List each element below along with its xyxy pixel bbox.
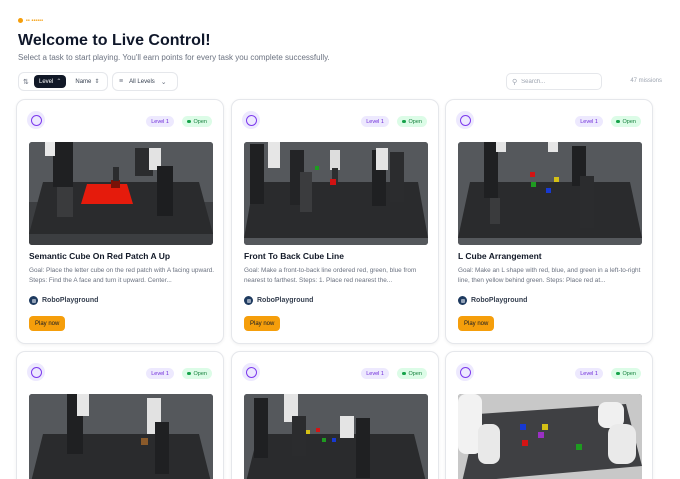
status-label: Open	[622, 370, 636, 377]
coin-icon	[18, 18, 23, 23]
mission-author: RoboPlayground	[29, 296, 98, 305]
search-input[interactable]	[521, 78, 592, 85]
mission-thumbnail[interactable]	[29, 142, 213, 245]
chevron-down-icon: ⌄	[160, 78, 167, 86]
mission-card[interactable]: Level 1 Open	[231, 351, 439, 479]
status-label: Open	[622, 118, 636, 125]
status-badge: Open	[397, 368, 427, 379]
status-badge: Open	[611, 368, 641, 379]
mission-card[interactable]: Level 1 Open L Cube Arrangement Goal: Ma…	[445, 99, 653, 344]
mission-card[interactable]: Level 1 Open Semantic Cube On Red Patch …	[16, 99, 224, 344]
level-filter-dropdown[interactable]: ≡ All Levels ⌄	[112, 72, 178, 91]
target-icon	[242, 111, 260, 129]
robot-scene-image	[244, 394, 428, 479]
robot-scene-image	[29, 142, 213, 245]
author-name: RoboPlayground	[471, 297, 528, 304]
mission-title[interactable]: Semantic Cube On Red Patch A Up	[29, 251, 213, 261]
mission-thumbnail[interactable]	[244, 394, 428, 479]
mission-description: Goal: Make a front-to-back line ordered …	[244, 267, 417, 284]
level-filter-label: All Levels	[129, 78, 155, 85]
mission-description: Goal: Place the letter cube on the red p…	[29, 267, 215, 284]
status-label: Open	[408, 370, 422, 377]
sort-group: ⇅ Level ⌃ Name ⇕	[18, 72, 108, 91]
status-dot-icon	[402, 371, 406, 376]
target-icon	[242, 363, 260, 381]
play-now-button[interactable]: Play now	[458, 316, 495, 331]
level-badge: Level 1	[575, 116, 603, 127]
level-badge: Level 1	[361, 368, 389, 379]
author-avatar	[244, 296, 253, 305]
author-avatar	[458, 296, 467, 305]
author-name: RoboPlayground	[257, 297, 314, 304]
status-label: Open	[193, 370, 207, 377]
sort-name-label: Name	[75, 78, 92, 85]
mission-author: RoboPlayground	[244, 296, 313, 305]
play-now-button[interactable]: Play now	[244, 316, 281, 331]
mission-thumbnail[interactable]	[244, 142, 428, 245]
level-badge: Level 1	[361, 116, 389, 127]
robot-scene-image	[458, 142, 642, 245]
page-title: Welcome to Live Control!	[18, 32, 211, 49]
missions-count: 47 missions	[630, 78, 662, 84]
level-badge: Level 1	[146, 116, 174, 127]
toolbar: ⇅ Level ⌃ Name ⇕ ≡ All Levels ⌄ ⚲ 47 mis…	[18, 72, 662, 91]
status-dot-icon	[187, 119, 191, 124]
mission-description: Goal: Make an L shape with red, blue, an…	[458, 267, 641, 284]
sort-name-button[interactable]: Name ⇕	[70, 75, 104, 88]
points-label: •• ••••••	[26, 17, 44, 24]
author-name: RoboPlayground	[42, 297, 99, 304]
status-badge: Open	[397, 116, 427, 127]
status-label: Open	[193, 118, 207, 125]
level-badge: Level 1	[575, 368, 603, 379]
status-badge: Open	[182, 368, 212, 379]
mission-thumbnail[interactable]	[458, 142, 642, 245]
mission-card[interactable]: Level 1 Open	[445, 351, 653, 479]
play-now-button[interactable]: Play now	[29, 316, 66, 331]
mission-title[interactable]: Front To Back Cube Line	[244, 251, 428, 261]
status-dot-icon	[616, 119, 620, 124]
robot-scene-image	[244, 142, 428, 245]
chevron-up-icon: ⌃	[56, 79, 62, 85]
mission-card[interactable]: Level 1 Open	[16, 351, 224, 479]
sort-level-label: Level	[39, 78, 54, 85]
filter-icon: ≡	[119, 78, 124, 85]
status-dot-icon	[616, 371, 620, 376]
mission-thumbnail[interactable]	[458, 394, 642, 479]
robot-scene-image	[458, 394, 642, 479]
status-badge: Open	[611, 116, 641, 127]
sort-icon[interactable]: ⇅	[23, 78, 30, 86]
search-icon: ⚲	[512, 78, 518, 86]
target-icon	[27, 363, 45, 381]
mission-title[interactable]: L Cube Arrangement	[458, 251, 642, 261]
level-badge: Level 1	[146, 368, 174, 379]
status-label: Open	[408, 118, 422, 125]
author-avatar	[29, 296, 38, 305]
sort-level-button[interactable]: Level ⌃	[34, 75, 67, 88]
robot-scene-image	[29, 394, 213, 479]
status-dot-icon	[402, 119, 406, 124]
mission-thumbnail[interactable]	[29, 394, 213, 479]
chevron-icon: ⇕	[94, 79, 100, 85]
target-icon	[456, 111, 474, 129]
status-badge: Open	[182, 116, 212, 127]
search-box[interactable]: ⚲	[506, 73, 602, 90]
target-icon	[456, 363, 474, 381]
mission-card[interactable]: Level 1 Open Front To Back Cube Line Goa…	[231, 99, 439, 344]
points-indicator: •• ••••••	[18, 17, 43, 24]
mission-author: RoboPlayground	[458, 296, 527, 305]
target-icon	[27, 111, 45, 129]
page-subtitle: Select a task to start playing. You'll e…	[18, 53, 330, 62]
status-dot-icon	[187, 371, 191, 376]
